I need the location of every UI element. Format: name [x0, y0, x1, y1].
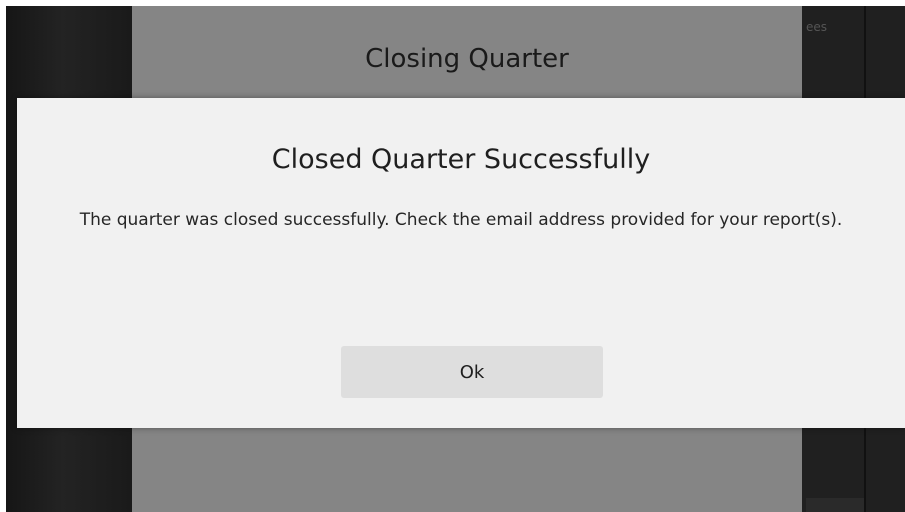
app-right-panel-label: ees	[806, 20, 828, 34]
success-dialog: Closed Quarter Successfully The quarter …	[17, 98, 905, 428]
app-screen: ees Closing Quarter Closed Quarter Succe…	[6, 6, 905, 512]
ok-button[interactable]: Ok	[341, 346, 603, 398]
success-dialog-message: The quarter was closed successfully. Che…	[79, 210, 843, 230]
closing-quarter-title: Closing Quarter	[365, 44, 569, 74]
app-right-bottom-block	[806, 498, 864, 512]
success-dialog-title: Closed Quarter Successfully	[271, 144, 651, 175]
